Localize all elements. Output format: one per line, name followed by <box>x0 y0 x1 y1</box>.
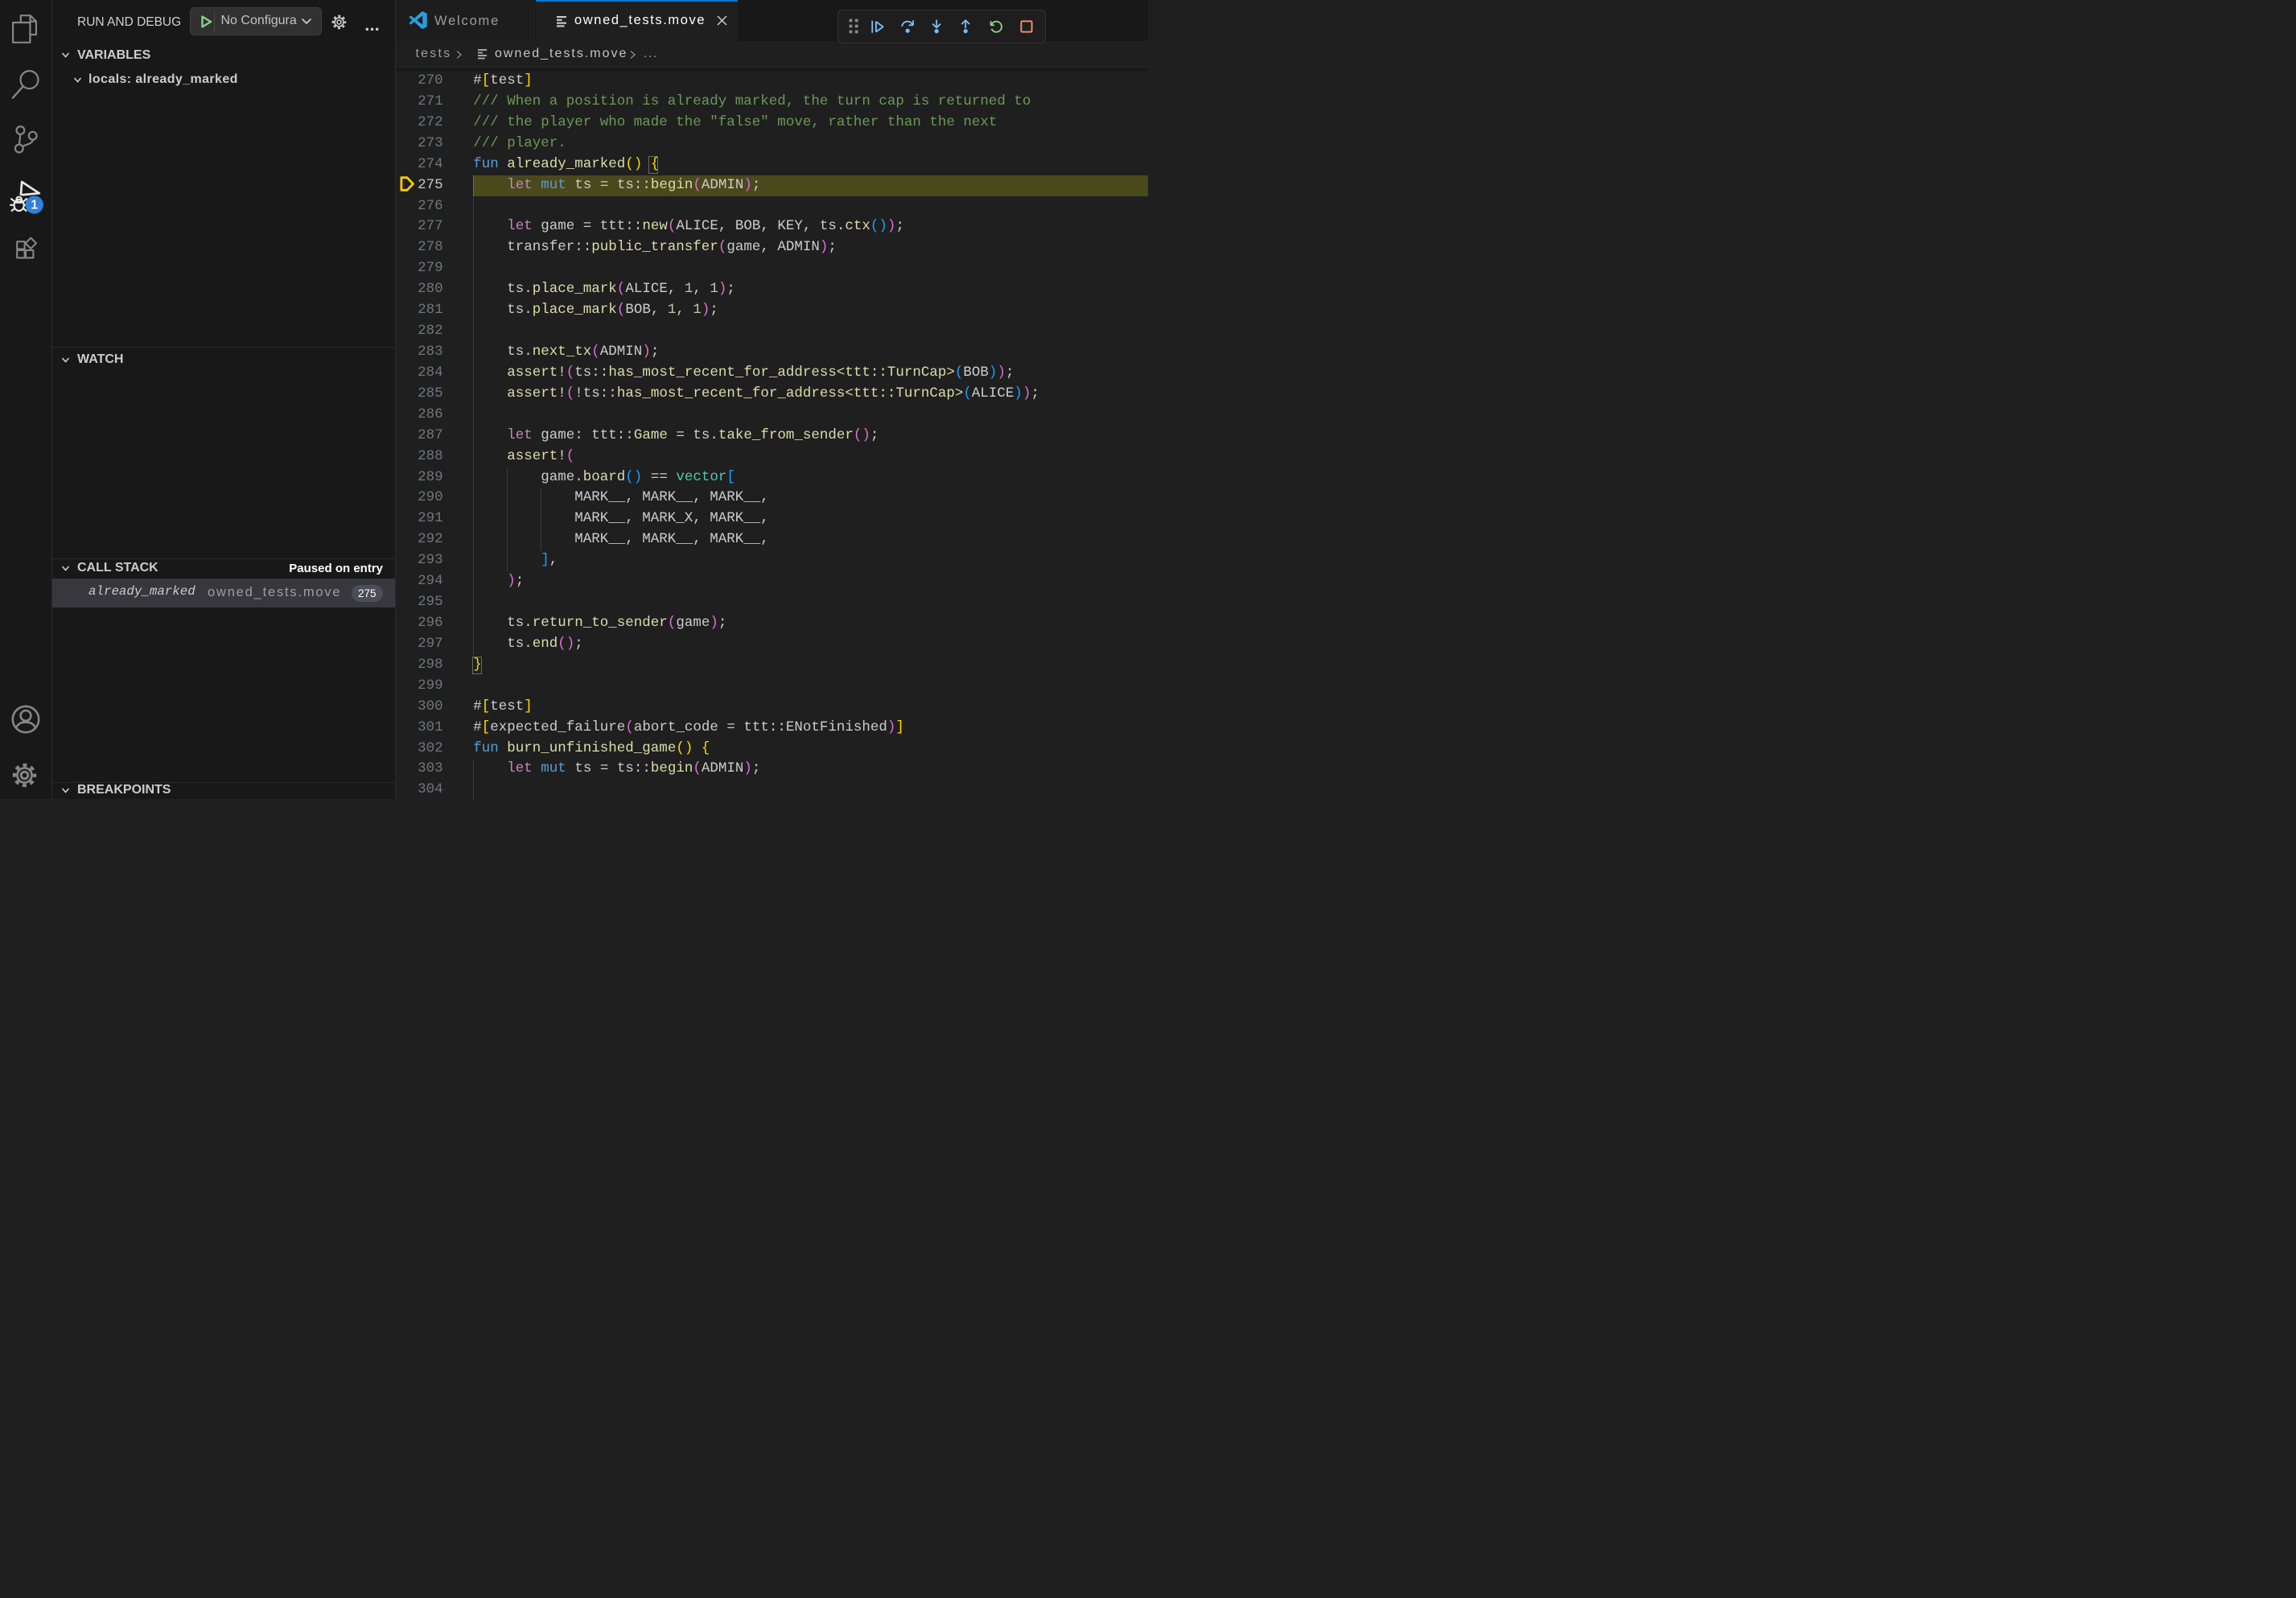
svg-text:1: 1 <box>31 199 38 212</box>
